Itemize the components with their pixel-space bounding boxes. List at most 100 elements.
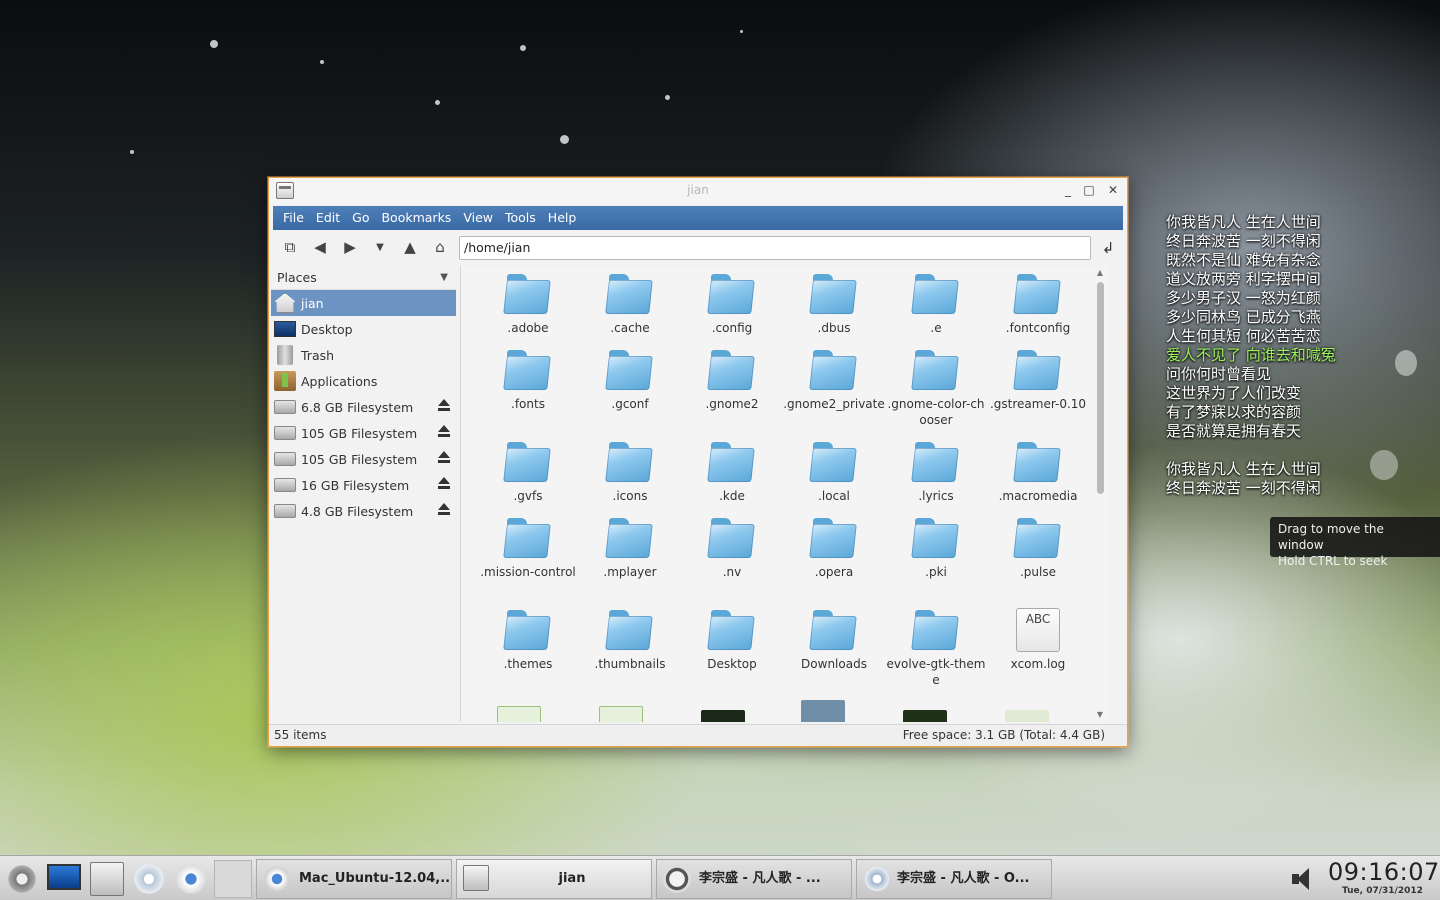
back-arrow-icon[interactable]: ◀ bbox=[305, 233, 335, 261]
sidebar-item-filesystem[interactable]: 16 GB Filesystem bbox=[271, 472, 456, 498]
menu-tools[interactable]: Tools bbox=[499, 206, 542, 230]
file-item[interactable]: .pulse bbox=[987, 516, 1089, 580]
workspace-switcher[interactable] bbox=[214, 860, 252, 898]
file-view[interactable]: .adobe .cache .config .dbus .e .fontconfig .fo… bbox=[460, 266, 1108, 722]
task-file-manager[interactable]: jian bbox=[456, 859, 652, 899]
mint-package-icon[interactable] bbox=[497, 706, 541, 722]
file-item[interactable]: .icons bbox=[579, 440, 681, 504]
show-desktop-icon[interactable] bbox=[47, 864, 81, 890]
lyric-line-current: 爱人不见了 向谁去和喊冤 bbox=[1166, 346, 1336, 364]
mint-package-icon[interactable] bbox=[599, 706, 643, 722]
desktop-lyrics[interactable]: 你我皆凡人 生在人世间 终日奔波苦 一刻不得闲 既然不是仙 难免有杂念 道义放两旁 利… bbox=[1166, 213, 1436, 498]
file-item[interactable]: evolve-gtk-theme bbox=[885, 608, 987, 688]
file-item[interactable]: Desktop bbox=[681, 608, 783, 672]
title-bar[interactable]: jian _ □ ✕ bbox=[269, 178, 1127, 204]
sidebar-item-filesystem[interactable]: 105 GB Filesystem bbox=[271, 420, 456, 446]
lyric-line: 多少男子汉 一怒为红颜 bbox=[1166, 289, 1321, 307]
file-item[interactable]: .cache bbox=[579, 272, 681, 336]
sidebar-item-desktop[interactable]: Desktop bbox=[271, 316, 456, 342]
task-lyrics-player[interactable]: 李宗盛 - 凡人歌 - ... bbox=[656, 859, 852, 899]
file-item[interactable]: .gnome2 bbox=[681, 348, 783, 412]
file-item[interactable]: .mplayer bbox=[579, 516, 681, 580]
scroll-down-icon[interactable]: ▼ bbox=[1094, 710, 1106, 720]
sidebar-item-filesystem[interactable]: 105 GB Filesystem bbox=[271, 446, 456, 472]
menu-help[interactable]: Help bbox=[542, 206, 583, 230]
volume-icon[interactable] bbox=[1290, 866, 1322, 892]
clock-date: Tue, 07/31/2012 bbox=[1342, 886, 1423, 896]
image-thumbnail[interactable] bbox=[801, 700, 845, 722]
file-item[interactable]: .kde bbox=[681, 440, 783, 504]
task-browser[interactable]: Mac_Ubuntu-12.04,... bbox=[256, 859, 452, 899]
scrollbar-thumb[interactable] bbox=[1097, 282, 1104, 494]
new-window-icon[interactable]: ⧉ bbox=[275, 233, 305, 261]
chevron-down-icon[interactable]: ▼ bbox=[440, 266, 448, 290]
sidebar-item-label: 16 GB Filesystem bbox=[301, 477, 410, 493]
file-item[interactable]: .thumbnails bbox=[579, 608, 681, 672]
file-item[interactable]: .pki bbox=[885, 516, 987, 580]
file-item[interactable]: .adobe bbox=[477, 272, 579, 336]
clock-time[interactable]: 09:16:07 bbox=[1328, 858, 1440, 886]
file-manager-window[interactable]: jian _ □ ✕ File Edit Go Bookmarks View T… bbox=[268, 177, 1128, 747]
folder-icon bbox=[811, 272, 857, 316]
minimize-button[interactable]: _ bbox=[1059, 181, 1077, 199]
close-button[interactable]: ✕ bbox=[1104, 181, 1122, 199]
file-item[interactable]: .gstreamer-0.10 bbox=[987, 348, 1089, 412]
sidebar-item-filesystem[interactable]: 4.8 GB Filesystem bbox=[271, 498, 456, 524]
task-music-player[interactable]: 李宗盛 - 凡人歌 - O... bbox=[856, 859, 1052, 899]
file-item[interactable]: Downloads bbox=[783, 608, 885, 672]
go-icon[interactable]: ↲ bbox=[1097, 236, 1119, 260]
eject-icon[interactable] bbox=[438, 503, 450, 517]
file-item[interactable]: .themes bbox=[477, 608, 579, 672]
folder-icon bbox=[505, 348, 551, 392]
eject-icon[interactable] bbox=[438, 425, 450, 439]
vertical-scrollbar[interactable]: ▲ ▼ bbox=[1094, 268, 1106, 720]
folder-icon bbox=[607, 348, 653, 392]
file-manager-launcher-icon[interactable] bbox=[90, 862, 124, 896]
settings-gear-icon[interactable] bbox=[5, 862, 39, 896]
file-item[interactable]: .config bbox=[681, 272, 783, 336]
sidebar-item-trash[interactable]: Trash bbox=[271, 342, 456, 368]
file-item[interactable]: .dbus bbox=[783, 272, 885, 336]
history-dropdown-icon[interactable]: ▼ bbox=[365, 233, 395, 261]
file-item[interactable]: .gnome2_private bbox=[783, 348, 885, 412]
image-thumbnail[interactable] bbox=[1005, 710, 1049, 722]
file-item[interactable]: .mission-control bbox=[477, 516, 579, 580]
file-item[interactable]: .lyrics bbox=[885, 440, 987, 504]
file-item[interactable]: .gconf bbox=[579, 348, 681, 412]
file-name: .icons bbox=[612, 489, 648, 503]
window-title: jian bbox=[687, 183, 709, 197]
file-item[interactable]: .macromedia bbox=[987, 440, 1089, 504]
menu-view[interactable]: View bbox=[457, 206, 499, 230]
address-bar[interactable]: /home/jian bbox=[459, 236, 1091, 260]
sidebar-item-applications[interactable]: Applications bbox=[271, 368, 456, 394]
music-player-launcher-icon[interactable] bbox=[132, 862, 166, 896]
file-manager-icon[interactable] bbox=[276, 182, 294, 199]
forward-arrow-icon[interactable]: ▶ bbox=[335, 233, 365, 261]
file-item[interactable]: ABC xcom.log bbox=[987, 608, 1089, 672]
menu-file[interactable]: File bbox=[277, 206, 310, 230]
image-thumbnail[interactable] bbox=[903, 710, 947, 722]
eject-icon[interactable] bbox=[438, 399, 450, 413]
file-item[interactable]: .gvfs bbox=[477, 440, 579, 504]
sidebar-item-filesystem[interactable]: 6.8 GB Filesystem bbox=[271, 394, 456, 420]
file-item[interactable]: .gnome-color-chooser bbox=[885, 348, 987, 428]
scroll-up-icon[interactable]: ▲ bbox=[1094, 268, 1106, 278]
image-thumbnail[interactable] bbox=[701, 710, 745, 722]
menu-edit[interactable]: Edit bbox=[310, 206, 346, 230]
maximize-button[interactable]: □ bbox=[1080, 181, 1098, 199]
eject-icon[interactable] bbox=[438, 451, 450, 465]
file-item[interactable]: .opera bbox=[783, 516, 885, 580]
file-item[interactable]: .fonts bbox=[477, 348, 579, 412]
places-header[interactable]: Places ▼ bbox=[271, 266, 456, 290]
file-item[interactable]: .nv bbox=[681, 516, 783, 580]
file-item[interactable]: .local bbox=[783, 440, 885, 504]
file-item[interactable]: .fontconfig bbox=[987, 272, 1089, 336]
menu-bookmarks[interactable]: Bookmarks bbox=[375, 206, 457, 230]
file-item[interactable]: .e bbox=[885, 272, 987, 336]
home-icon[interactable]: ⌂ bbox=[425, 233, 455, 261]
eject-icon[interactable] bbox=[438, 477, 450, 491]
up-arrow-icon[interactable]: ▲ bbox=[395, 233, 425, 261]
chrome-launcher-icon[interactable] bbox=[174, 862, 208, 896]
sidebar-item-home[interactable]: jian bbox=[271, 290, 456, 316]
menu-go[interactable]: Go bbox=[346, 206, 375, 230]
